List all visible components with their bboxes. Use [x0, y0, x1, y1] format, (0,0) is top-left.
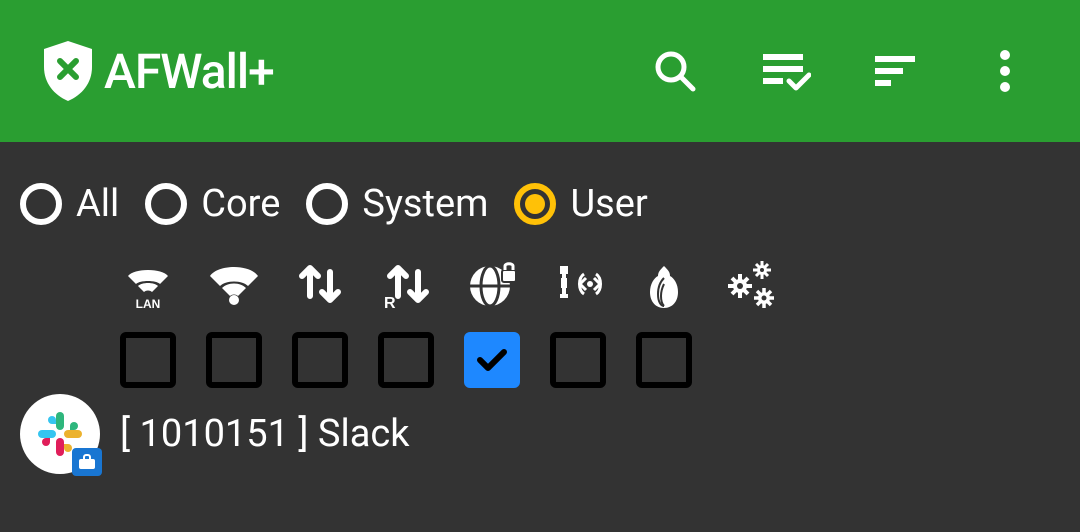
radio-label: All	[76, 182, 119, 226]
shield-icon	[40, 39, 96, 103]
toolbar: AFWall+	[0, 0, 1080, 142]
radio-icon	[20, 183, 62, 225]
radio-icon	[306, 183, 348, 225]
filter-option-user[interactable]: User	[514, 182, 647, 226]
app-icon	[20, 394, 100, 474]
svg-text:LAN: LAN	[136, 297, 161, 311]
settings-icon	[722, 256, 778, 312]
checkbox-tor[interactable]	[636, 332, 692, 388]
radio-label: User	[570, 182, 647, 226]
sort-icon	[871, 51, 919, 91]
tether-icon	[550, 256, 606, 312]
radio-label: Core	[201, 182, 280, 226]
tor-icon	[636, 256, 692, 312]
app-logo: AFWall+	[40, 39, 274, 103]
select-all-button[interactable]	[730, 31, 840, 111]
radio-icon	[145, 183, 187, 225]
check-icon	[472, 340, 512, 380]
checkbox-mobile-data[interactable]	[292, 332, 348, 388]
checkbox-roaming[interactable]	[378, 332, 434, 388]
overflow-menu-button[interactable]	[950, 31, 1060, 111]
playlist-check-icon	[759, 49, 811, 93]
svg-text:R: R	[384, 295, 396, 312]
app-list: LAN R	[0, 256, 1080, 474]
app-row[interactable]: [ 1010151 ] Slack	[20, 388, 1060, 474]
search-button[interactable]	[620, 31, 730, 111]
work-profile-badge-icon	[72, 448, 102, 476]
vpn-icon	[464, 256, 520, 312]
wifi-icon	[206, 256, 262, 312]
lan-icon: LAN	[120, 256, 176, 312]
more-vert-icon	[999, 49, 1011, 93]
network-header-row: LAN R	[20, 256, 1060, 312]
filter-row: All Core System User	[0, 142, 1080, 256]
filter-option-system[interactable]: System	[306, 182, 488, 226]
app-label: [ 1010151 ] Slack	[120, 412, 410, 456]
radio-label: System	[362, 182, 488, 226]
checkbox-vpn[interactable]	[464, 332, 520, 388]
sort-button[interactable]	[840, 31, 950, 111]
checkbox-row	[20, 332, 1060, 388]
checkbox-tether[interactable]	[550, 332, 606, 388]
checkbox-wifi[interactable]	[206, 332, 262, 388]
search-icon	[651, 47, 699, 95]
filter-option-core[interactable]: Core	[145, 182, 280, 226]
mobile-data-icon	[292, 256, 348, 312]
app-title: AFWall+	[104, 43, 274, 100]
radio-icon-selected	[514, 183, 556, 225]
filter-option-all[interactable]: All	[20, 182, 119, 226]
roaming-icon: R	[378, 256, 434, 312]
checkbox-lan[interactable]	[120, 332, 176, 388]
